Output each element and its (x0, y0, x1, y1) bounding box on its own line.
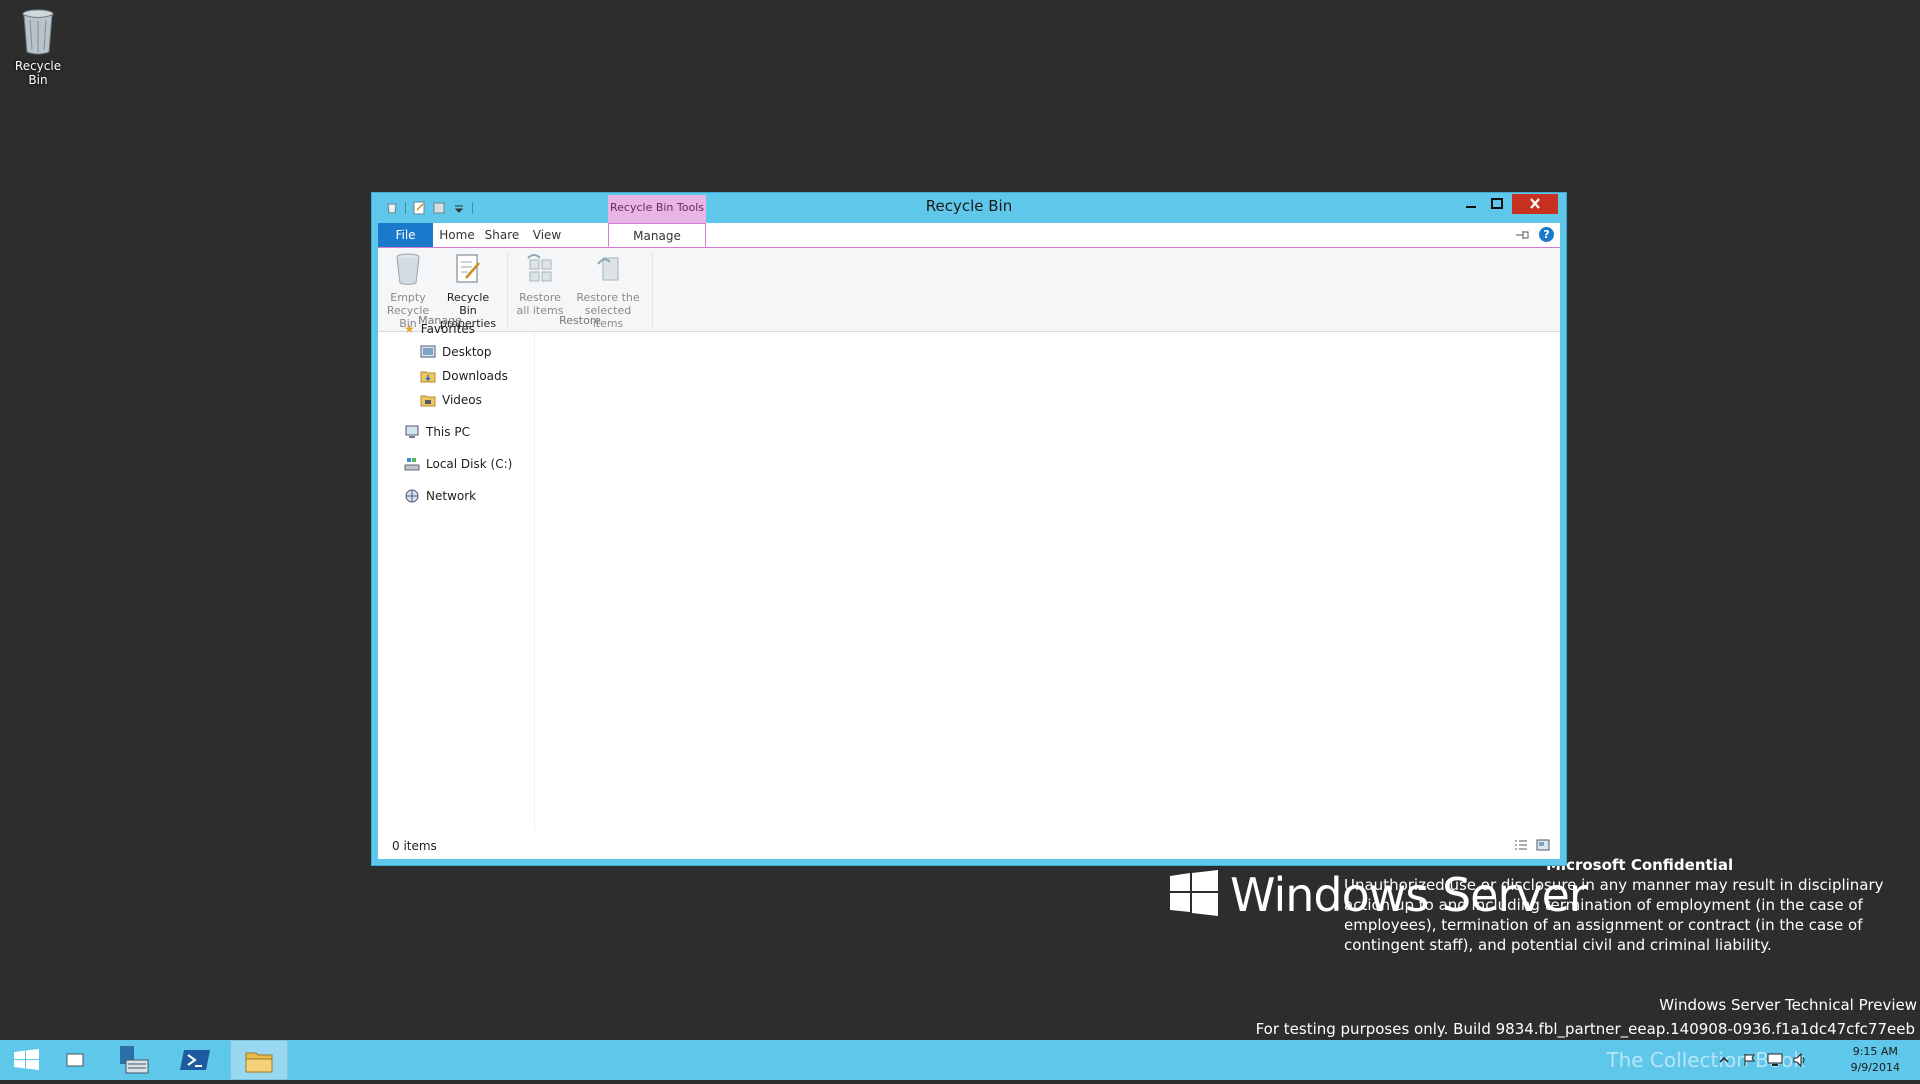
taskbar-powershell-button[interactable] (168, 1040, 224, 1080)
taskbar-task-view-button[interactable] (48, 1040, 104, 1080)
restore-all-items-button[interactable]: Restore all items (514, 252, 566, 317)
large-icons-view-icon[interactable] (1536, 839, 1550, 851)
tab-file[interactable]: File (378, 223, 433, 247)
nav-label: Favorites (420, 324, 475, 336)
powershell-icon (180, 1050, 210, 1070)
group-label-restore: Restore (559, 314, 601, 327)
nav-label: This PC (426, 425, 470, 439)
tab-home[interactable]: Home (436, 223, 478, 247)
tab-share[interactable]: Share (478, 223, 526, 247)
nav-item-downloads[interactable]: Downloads (420, 368, 508, 384)
watermark-build-text: For testing purposes only. Build 9834.fb… (1255, 1020, 1915, 1038)
network-tray-icon[interactable] (1766, 1052, 1784, 1068)
minimize-icon (1466, 206, 1476, 208)
nav-item-this-pc[interactable]: This PC (404, 424, 470, 440)
watermark-confidential-text: Unauthorized use or disclosure in any ma… (1344, 876, 1884, 954)
windows-logo-icon (1170, 870, 1218, 916)
item-count: 0 items (392, 839, 437, 853)
explorer-window: Recycle Bin Tools Recycle Bin File Home … (371, 192, 1567, 866)
minimize-button[interactable] (1458, 194, 1484, 214)
watermark-technical-preview: Windows Server Technical Preview (1659, 996, 1917, 1014)
tab-view[interactable]: View (526, 223, 568, 247)
drive-icon (404, 458, 420, 471)
pin-ribbon-icon[interactable] (1515, 229, 1531, 241)
server-manager-icon (120, 1046, 149, 1074)
restore-all-icon (527, 254, 552, 282)
action-center-flag-icon[interactable] (1742, 1052, 1758, 1068)
maximize-button[interactable] (1484, 194, 1510, 214)
nav-item-local-disk[interactable]: Local Disk (C:) (404, 456, 512, 472)
volume-icon[interactable] (1792, 1052, 1808, 1068)
nav-label: Desktop (442, 345, 492, 359)
nav-label: Videos (442, 393, 482, 407)
task-view-icon (66, 1053, 84, 1067)
clock-time: 9:15 AM (1852, 1045, 1898, 1058)
close-button[interactable] (1512, 194, 1558, 214)
taskbar-clock[interactable]: 9:15 AM 9/9/2014 (1851, 1044, 1900, 1076)
nav-item-network[interactable]: Network (404, 488, 476, 504)
videos-folder-icon (420, 395, 436, 407)
taskbar: The Collection Book 9:15 AM 9/9/2014 (0, 1040, 1920, 1080)
navigation-pane[interactable]: ★ Favorites Desktop Downloads Videos Thi… (378, 324, 535, 831)
desktop-folder-icon (420, 345, 436, 358)
window-title: Recycle Bin (925, 197, 1013, 215)
recycle-bin-icon (18, 6, 58, 56)
properties-icon (456, 254, 480, 283)
details-view-icon[interactable] (1514, 839, 1528, 851)
network-icon (405, 489, 419, 503)
taskbar-file-explorer-button[interactable] (230, 1040, 288, 1080)
status-bar: 0 items (378, 831, 1560, 859)
file-explorer-icon (245, 1052, 273, 1073)
star-icon: ★ (404, 324, 415, 336)
ribbon-panel: Empty Recycle Bin Recycle Bin properties… (378, 248, 1560, 332)
ribbon-tab-bar: File Home Share View Manage ? (378, 223, 1560, 248)
nav-label: Local Disk (C:) (426, 457, 513, 471)
restore-selected-icon (597, 257, 619, 281)
content-area: ★ Favorites Desktop Downloads Videos Thi… (378, 324, 1560, 859)
help-icon[interactable]: ? (1539, 227, 1554, 242)
show-hidden-icons-icon[interactable] (1718, 1054, 1730, 1066)
nav-item-favorites[interactable]: ★ Favorites (404, 324, 475, 336)
title-bar[interactable]: Recycle Bin Tools Recycle Bin (372, 193, 1566, 223)
clock-date: 9/9/2014 (1850, 1061, 1900, 1074)
tab-manage[interactable]: Manage (608, 223, 706, 247)
nav-label: Downloads (442, 369, 508, 383)
computer-icon (405, 425, 419, 438)
group-separator (652, 252, 653, 326)
close-icon (1530, 198, 1540, 209)
system-tray: 9:15 AM 9/9/2014 (1700, 1040, 1920, 1080)
nav-item-videos[interactable]: Videos (420, 392, 482, 408)
desktop-icon-recycle-bin[interactable]: Recycle Bin (4, 6, 72, 87)
watermark-confidential-title: Microsoft Confidential (1546, 856, 1734, 874)
nav-label: Network (426, 489, 477, 503)
nav-item-desktop[interactable]: Desktop (420, 344, 492, 360)
group-separator (507, 252, 508, 326)
downloads-folder-icon (420, 371, 436, 383)
ribbon-right-controls: ? (1515, 227, 1554, 242)
desktop-icon-label: Recycle Bin (14, 59, 62, 87)
maximize-icon (1491, 198, 1503, 209)
file-list-pane[interactable] (535, 332, 1560, 831)
taskbar-server-manager-button[interactable] (108, 1040, 164, 1080)
empty-recycle-bin-icon (396, 253, 420, 285)
